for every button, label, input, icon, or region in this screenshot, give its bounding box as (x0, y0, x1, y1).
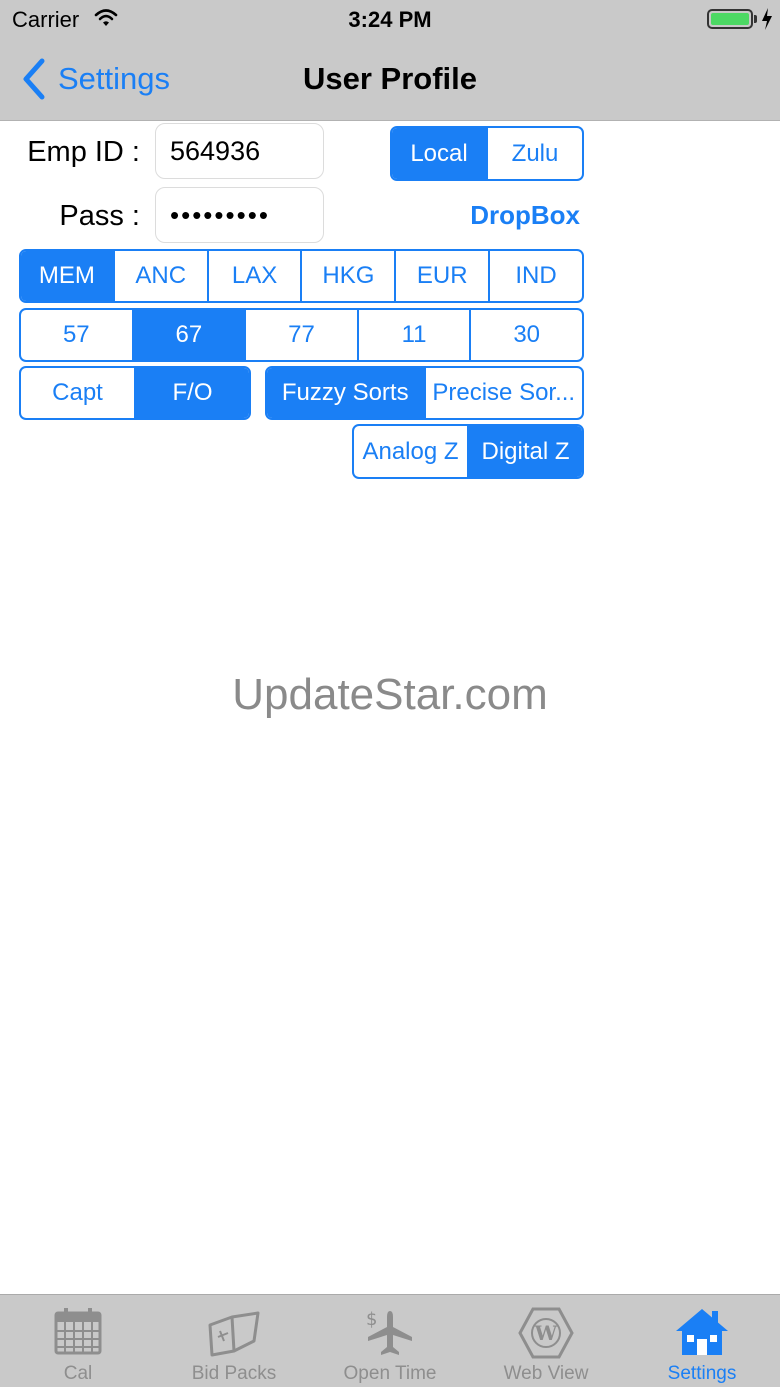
battery-tip (754, 15, 757, 23)
emp-id-field[interactable]: 564936 (155, 123, 324, 179)
tab-open-time[interactable]: $ Open Time (312, 1295, 468, 1387)
open-book-icon (208, 1311, 260, 1357)
segment-digital-z[interactable]: Digital Z (467, 426, 582, 477)
segment-fleet-11[interactable]: 11 (356, 310, 470, 360)
watermark: UpdateStar.com (232, 670, 548, 719)
segment-analog-z[interactable]: Analog Z (354, 426, 467, 477)
sort-mode-segmented-control[interactable]: Fuzzy Sorts Precise Sor... (265, 366, 584, 420)
segment-zulu[interactable]: Zulu (486, 128, 582, 179)
tab-settings[interactable]: Settings (624, 1295, 780, 1387)
segment-fuzzy-sorts[interactable]: Fuzzy Sorts (267, 368, 424, 418)
page-title: User Profile (302, 61, 477, 96)
tab-bar: Cal Bid Packs $ Open Time W Web View Set… (0, 1294, 780, 1387)
web-hexagon-icon: W (518, 1307, 574, 1359)
segment-fo[interactable]: F/O (134, 368, 249, 418)
airplane-dollar-icon: $ (366, 1309, 412, 1355)
segment-base-eur[interactable]: EUR (394, 251, 488, 301)
navigation-bar: Carrier 3:24 PM Settings User Profile (0, 0, 780, 121)
segment-base-mem[interactable]: MEM (21, 251, 113, 301)
segment-base-anc[interactable]: ANC (112, 251, 207, 301)
segment-fleet-57[interactable]: 57 (21, 310, 132, 360)
segment-base-hkg[interactable]: HKG (300, 251, 394, 301)
calendar-icon (54, 1308, 102, 1355)
z-clock-segmented-control[interactable]: Analog Z Digital Z (352, 424, 584, 479)
segment-fleet-30[interactable]: 30 (469, 310, 582, 360)
tab-bid-packs[interactable]: Bid Packs (156, 1295, 312, 1387)
status-bar: Carrier 3:24 PM (0, 0, 780, 40)
fleet-segmented-control[interactable]: 57 67 77 11 30 (19, 308, 584, 362)
segment-precise-sorts[interactable]: Precise Sor... (423, 368, 583, 418)
svg-text:$: $ (366, 1309, 377, 1330)
segment-fleet-67[interactable]: 67 (131, 310, 245, 360)
segment-capt[interactable]: Capt (21, 368, 134, 418)
tab-label: Web View (503, 1363, 589, 1384)
tab-label: Settings (667, 1363, 737, 1384)
battery-icon (707, 9, 753, 29)
house-icon (676, 1309, 728, 1355)
pass-label: Pass : (59, 200, 140, 232)
seat-segmented-control[interactable]: Capt F/O (19, 366, 251, 420)
svg-text:W: W (534, 1321, 558, 1345)
segment-base-ind[interactable]: IND (488, 251, 582, 301)
tab-label: Bid Packs (191, 1363, 277, 1384)
tab-label: Cal (63, 1363, 93, 1384)
tab-web-view[interactable]: W Web View (468, 1295, 624, 1387)
segment-fleet-77[interactable]: 77 (244, 310, 357, 360)
tab-label: Open Time (343, 1363, 437, 1384)
segment-local[interactable]: Local (392, 128, 486, 179)
base-segmented-control[interactable]: MEM ANC LAX HKG EUR IND (19, 249, 584, 303)
dropbox-button[interactable]: DropBox (460, 200, 580, 231)
password-field[interactable]: ••••••••• (155, 187, 324, 243)
status-time: 3:24 PM (348, 7, 432, 32)
charging-bolt-icon (762, 8, 772, 30)
tab-cal[interactable]: Cal (0, 1295, 156, 1387)
emp-id-label: Emp ID : (27, 136, 140, 168)
time-mode-segmented-control[interactable]: Local Zulu (390, 126, 584, 181)
segment-base-lax[interactable]: LAX (206, 251, 301, 301)
